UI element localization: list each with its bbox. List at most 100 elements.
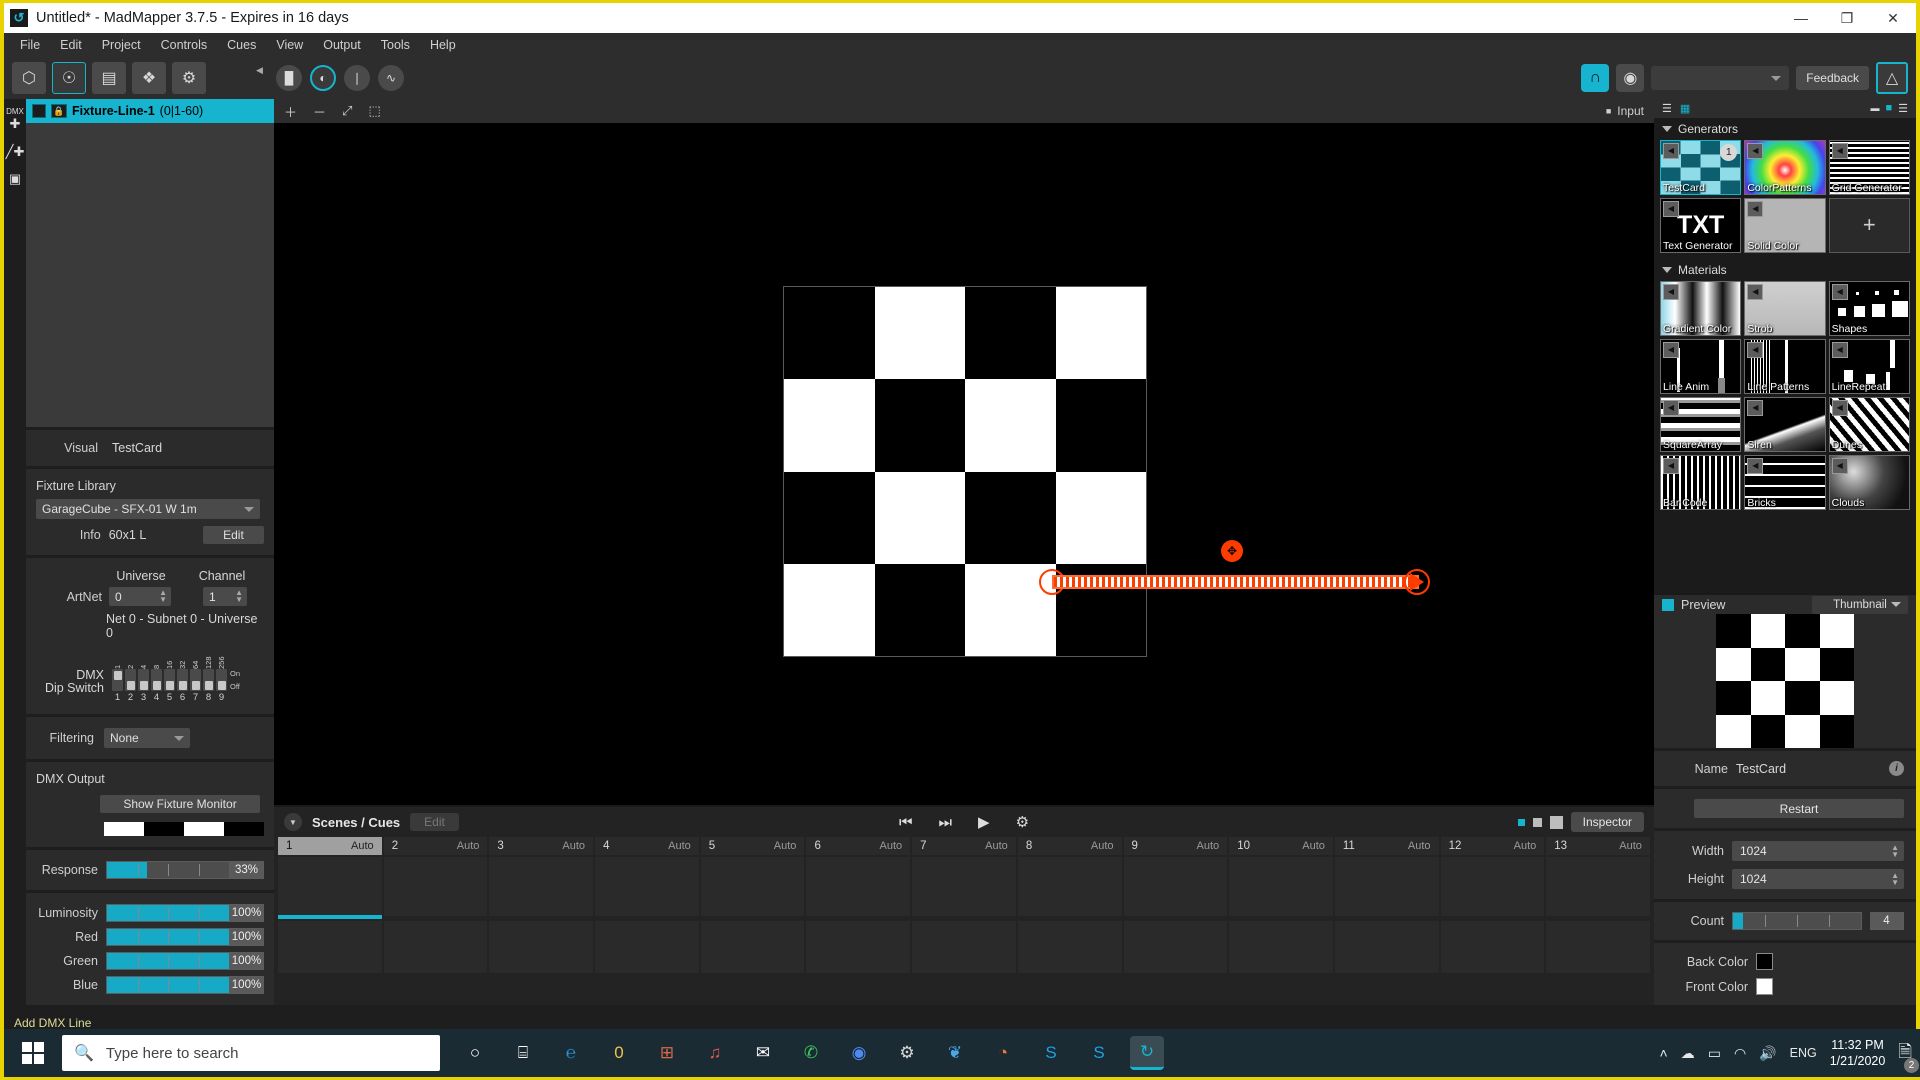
microsoft-store-icon[interactable]: ⊞ — [650, 1036, 684, 1070]
show-hidden-icons[interactable]: ˄ — [1660, 1045, 1668, 1061]
add-fixture-button[interactable]: ＋ — [284, 102, 297, 121]
remove-fixture-button[interactable]: － — [313, 102, 326, 121]
cue-cell[interactable] — [1546, 857, 1650, 919]
music-icon[interactable]: ♫ — [698, 1036, 732, 1070]
cue-cell[interactable] — [1124, 857, 1228, 919]
stop-button[interactable]: ❘ — [344, 65, 370, 91]
cue-cell[interactable] — [384, 921, 488, 973]
preview-mode-select[interactable]: Thumbnail — [1812, 596, 1908, 614]
dip-toggle[interactable] — [177, 669, 188, 691]
library-group-generators[interactable]: Generators — [1654, 118, 1916, 140]
surfaces-tool-icon[interactable]: ⬡ — [12, 62, 46, 94]
taskbar-search[interactable]: 🔍 Type here to search — [62, 1035, 440, 1071]
feedback-button[interactable]: Feedback — [1796, 66, 1869, 90]
fixture-visible-checkbox[interactable] — [32, 104, 46, 118]
front-color-swatch[interactable] — [1756, 978, 1773, 995]
spinner-arrows-icon[interactable]: ▲ ▼ — [159, 589, 167, 603]
fixture-line-move-handle[interactable]: ✥ — [1221, 540, 1243, 562]
play-icon[interactable]: ◀ — [1747, 342, 1763, 358]
spinner-arrows-icon-2[interactable]: ▲ ▼ — [235, 589, 243, 603]
play-icon[interactable]: ◀ — [1663, 284, 1679, 300]
fixtures-tool-icon[interactable]: ☉ — [52, 62, 86, 94]
cue-size-small-icon[interactable] — [1518, 819, 1525, 826]
play-icon[interactable]: ◀ — [1747, 400, 1763, 416]
cue-cell[interactable] — [1124, 921, 1228, 973]
cue-column-7[interactable]: 7 Auto — [912, 837, 1016, 855]
wifi-icon[interactable]: ◠ — [1734, 1045, 1746, 1062]
dip-switch-8[interactable]: 128 8 — [203, 651, 214, 703]
add-dmx-line-icon[interactable]: DMX ✚ — [6, 107, 24, 131]
dip-switch-3[interactable]: 43 — [138, 651, 149, 703]
play-button[interactable]: ▶ — [978, 813, 990, 831]
cyan-indicator[interactable]: ■ — [1885, 102, 1892, 114]
cue-cell[interactable] — [1335, 921, 1439, 973]
projection-canvas[interactable]: ✥ — [274, 123, 1654, 805]
cue-cell[interactable] — [384, 857, 488, 919]
play-icon[interactable]: ◀ — [1663, 143, 1679, 159]
dmx-monitor-tool-icon[interactable]: ▤ — [92, 62, 126, 94]
fixture-line-tab[interactable]: 🔒 Fixture-Line-1 (0|1-60) — [26, 99, 274, 123]
minimize-button[interactable]: — — [1778, 3, 1824, 33]
play-icon[interactable]: ◀ — [1747, 201, 1763, 217]
play-icon[interactable]: ◀ — [1663, 342, 1679, 358]
play-icon[interactable]: ◀ — [1832, 284, 1848, 300]
cue-cell[interactable] — [489, 921, 593, 973]
menu-cues[interactable]: Cues — [217, 36, 266, 54]
language-indicator[interactable]: ENG — [1790, 1046, 1817, 1060]
dip-toggle[interactable] — [138, 669, 149, 691]
dip-switch-6[interactable]: 32 6 — [177, 651, 188, 703]
library-tile-text-generator[interactable]: TXT Text Generator ◀ — [1660, 198, 1741, 253]
chrome-icon[interactable]: ◉ — [842, 1036, 876, 1070]
file-explorer-icon[interactable]: ὜0 — [602, 1036, 636, 1070]
preferences-tool-icon[interactable]: ⚙ — [172, 62, 206, 94]
play-icon[interactable]: ◀ — [1832, 400, 1848, 416]
start-button[interactable] — [4, 1029, 62, 1077]
menu-tools[interactable]: Tools — [371, 36, 420, 54]
menu-file[interactable]: File — [10, 36, 50, 54]
cue-size-medium-icon[interactable] — [1533, 818, 1542, 827]
library-tile-bricks[interactable]: Bricks ◀ — [1744, 455, 1825, 510]
dip-toggle[interactable] — [125, 669, 136, 691]
cue-cell[interactable] — [701, 857, 805, 919]
maximize-button[interactable]: ❐ — [1824, 3, 1870, 33]
cue-cell[interactable] — [278, 857, 382, 919]
cue-column-11[interactable]: 11 Auto — [1335, 837, 1439, 855]
dip-toggle[interactable] — [190, 669, 201, 691]
play-icon[interactable]: ◀ — [1832, 342, 1848, 358]
fixture-library-select[interactable]: GarageCube - SFX-01 W 1m — [36, 499, 260, 519]
modules-tool-icon[interactable]: ❖ — [132, 62, 166, 94]
play-cue-button[interactable]: ◐ — [310, 65, 336, 91]
library-tile-bar-code[interactable]: Bar Code ◀ — [1660, 455, 1741, 510]
cue-column-8[interactable]: 8 Auto — [1018, 837, 1122, 855]
width-spinner-icon[interactable]: ▲ ▼ — [1891, 844, 1899, 858]
response-slider[interactable] — [106, 861, 230, 879]
edit-fixture-button[interactable]: Edit — [203, 526, 264, 544]
menu-edit[interactable]: Edit — [50, 36, 92, 54]
library-tile-grid-generator[interactable]: Grid Generator ◀ — [1829, 140, 1910, 195]
export-icon[interactable]: △ — [1876, 62, 1908, 94]
cue-column-12[interactable]: 12 Auto — [1441, 837, 1545, 855]
taskbar-clock[interactable]: 11:32 PM 1/21/2020 — [1830, 1037, 1886, 1069]
dip-switch-9[interactable]: 256 9 — [216, 651, 227, 703]
cue-cell[interactable] — [806, 857, 910, 919]
cue-size-large-icon[interactable] — [1550, 816, 1563, 829]
red-slider[interactable] — [106, 928, 230, 946]
cues-edit-button[interactable]: Edit — [410, 813, 459, 831]
expand-fixture-button[interactable]: ⤢ — [342, 103, 352, 119]
dip-toggle[interactable] — [112, 669, 123, 691]
collapse-toolbar-icon[interactable]: ◀ — [256, 65, 263, 76]
snap-icon[interactable]: ∩ — [1581, 64, 1609, 92]
count-slider[interactable] — [1732, 912, 1862, 930]
show-fixture-monitor-button[interactable]: Show Fixture Monitor — [100, 795, 260, 813]
dip-toggle[interactable] — [216, 669, 227, 691]
skype-icon[interactable]: S — [1034, 1036, 1068, 1070]
cue-cell[interactable] — [912, 857, 1016, 919]
dip-switch-array[interactable]: 1 1 2 2 4 3 8 4 16 5 32 6 64 7 128 8 256 9 — [112, 651, 227, 703]
cue-column-4[interactable]: 4 Auto — [595, 837, 699, 855]
dip-switch-1[interactable]: 11 — [112, 651, 123, 703]
cue-cell[interactable] — [1229, 857, 1333, 919]
cue-column-5[interactable]: 5 Auto — [701, 837, 805, 855]
green-slider[interactable] — [106, 952, 230, 970]
cue-settings-button[interactable]: ⚙ — [1016, 813, 1029, 831]
task-view-icon[interactable]: ⌸ — [506, 1036, 540, 1070]
